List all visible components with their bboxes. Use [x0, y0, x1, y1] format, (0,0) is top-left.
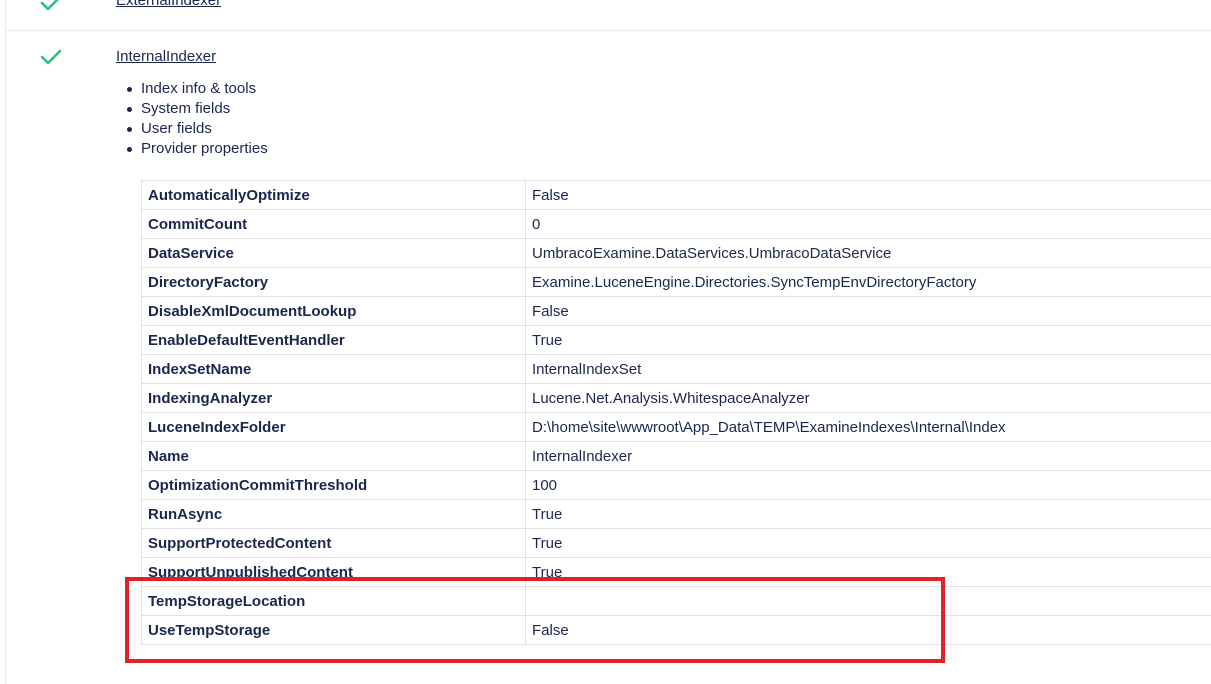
- table-row: IndexSetName InternalIndexSet: [141, 354, 1211, 384]
- tool-user-fields[interactable]: User fields: [127, 119, 268, 139]
- property-key: AutomaticallyOptimize: [141, 180, 526, 210]
- property-key: IndexSetName: [141, 354, 526, 384]
- property-key: EnableDefaultEventHandler: [141, 325, 526, 355]
- property-value: False: [525, 180, 1211, 210]
- indexer-link-internal[interactable]: InternalIndexer: [116, 48, 216, 65]
- property-key: RunAsync: [141, 499, 526, 529]
- property-value: True: [525, 557, 1211, 587]
- property-value: False: [525, 615, 1211, 645]
- property-key: DirectoryFactory: [141, 267, 526, 297]
- property-key: CommitCount: [141, 209, 526, 239]
- property-key: Name: [141, 441, 526, 471]
- table-row: SupportUnpublishedContent True: [141, 557, 1211, 587]
- table-row: DirectoryFactory Examine.LuceneEngine.Dir…: [141, 267, 1211, 297]
- table-row: DisableXmlDocumentLookup False: [141, 296, 1211, 326]
- property-key: DisableXmlDocumentLookup: [141, 296, 526, 326]
- indexer-link-external[interactable]: ExternalIndexer: [116, 0, 221, 9]
- bullet: [127, 107, 132, 112]
- property-value: True: [525, 499, 1211, 529]
- property-key: LuceneIndexFolder: [141, 412, 526, 442]
- checkmark-icon: [40, 48, 62, 66]
- table-row: UseTempStorage False: [141, 615, 1211, 645]
- indexer-tools-list: Index info & tools System fields User fi…: [127, 79, 268, 159]
- property-key: SupportUnpublishedContent: [141, 557, 526, 587]
- property-key: DataService: [141, 238, 526, 268]
- property-key: UseTempStorage: [141, 615, 526, 645]
- property-value: True: [525, 528, 1211, 558]
- checkmark-icon: [40, 0, 62, 12]
- examine-management-page: ExternalIndexer InternalIndexer Index in…: [0, 0, 1211, 684]
- table-row: Name InternalIndexer: [141, 441, 1211, 471]
- tool-label: Provider properties: [141, 140, 268, 157]
- tool-provider-properties[interactable]: Provider properties: [127, 139, 268, 159]
- property-value: True: [525, 325, 1211, 355]
- property-value: UmbracoExamine.DataServices.UmbracoDataS…: [525, 238, 1211, 268]
- table-row: OptimizationCommitThreshold 100: [141, 470, 1211, 500]
- property-key: TempStorageLocation: [141, 586, 526, 616]
- bullet: [127, 147, 132, 152]
- property-value: D:\home\site\wwwroot\App_Data\TEMP\Exami…: [525, 412, 1211, 442]
- tool-label: Index info & tools: [141, 80, 257, 97]
- table-row: IndexingAnalyzer Lucene.Net.Analysis.Whit…: [141, 383, 1211, 413]
- property-value: Lucene.Net.Analysis.WhitespaceAnalyzer: [525, 383, 1211, 413]
- property-key: IndexingAnalyzer: [141, 383, 526, 413]
- row-divider: [6, 30, 1211, 31]
- property-value: InternalIndexer: [525, 441, 1211, 471]
- table-row: AutomaticallyOptimize False: [141, 180, 1211, 210]
- property-value: False: [525, 296, 1211, 326]
- table-row: DataService UmbracoExamine.DataServices.U…: [141, 238, 1211, 268]
- property-key: OptimizationCommitThreshold: [141, 470, 526, 500]
- bullet: [127, 127, 132, 132]
- tool-label: System fields: [141, 100, 231, 117]
- property-value: InternalIndexSet: [525, 354, 1211, 384]
- table-row: LuceneIndexFolder D:\home\site\wwwroot\Ap…: [141, 412, 1211, 442]
- tool-label: User fields: [141, 120, 212, 137]
- property-value: 100: [525, 470, 1211, 500]
- property-value: Examine.LuceneEngine.Directories.SyncTem…: [525, 267, 1211, 297]
- left-border: [5, 0, 6, 684]
- property-value: [525, 586, 1211, 616]
- tool-system-fields[interactable]: System fields: [127, 99, 268, 119]
- table-row: TempStorageLocation: [141, 586, 1211, 616]
- tool-index-info[interactable]: Index info & tools: [127, 79, 268, 99]
- property-value: 0: [525, 209, 1211, 239]
- table-row: RunAsync True: [141, 499, 1211, 529]
- bullet: [127, 87, 132, 92]
- provider-properties-table: AutomaticallyOptimize False CommitCount 0 …: [141, 180, 1211, 645]
- table-row: SupportProtectedContent True: [141, 528, 1211, 558]
- property-key: SupportProtectedContent: [141, 528, 526, 558]
- table-row: CommitCount 0: [141, 209, 1211, 239]
- table-row: EnableDefaultEventHandler True: [141, 325, 1211, 355]
